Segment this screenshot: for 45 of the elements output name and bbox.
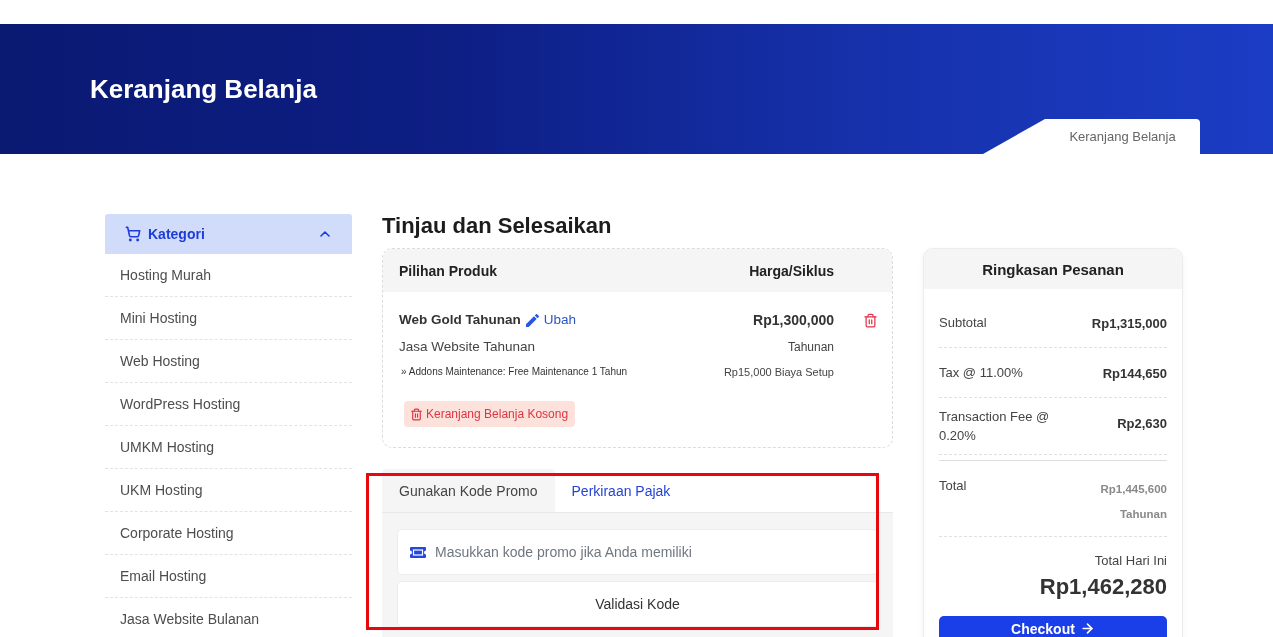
- today-total-value: Rp1,462,280: [1039, 573, 1167, 601]
- summary-value: Rp1,315,000: [1091, 315, 1167, 333]
- breadcrumb-current: Keranjang Belanja: [983, 119, 1200, 154]
- sidebar-item[interactable]: Mini Hosting: [105, 297, 352, 340]
- summary-label: Tax @ 11.00%: [939, 364, 1023, 382]
- summary-label: Subtotal: [939, 314, 987, 332]
- billing-cycle: Tahunan: [786, 339, 834, 356]
- empty-cart-button[interactable]: Keranjang Belanja Kosong: [404, 401, 576, 427]
- total-value: Rp1,445,600: [1100, 482, 1167, 497]
- sidebar-item[interactable]: Corporate Hosting: [105, 512, 352, 555]
- setup-fee: Rp15,000 Biaya Setup: [723, 365, 834, 380]
- sidebar-item[interactable]: WordPress Hosting: [105, 383, 352, 426]
- summary-value: Rp144,650: [1102, 365, 1167, 383]
- edit-link[interactable]: Ubah: [543, 310, 577, 330]
- column-header: Harga/Siklus: [749, 262, 834, 279]
- summary-value: Rp2,630: [1117, 415, 1167, 433]
- sidebar-item[interactable]: Email Hosting: [105, 555, 352, 598]
- today-total-label: Total Hari Ini: [1094, 552, 1167, 570]
- validate-button[interactable]: Validasi Kode: [397, 581, 878, 627]
- column-header: Pilihan Produk: [399, 262, 498, 279]
- delete-icon[interactable]: [863, 312, 878, 328]
- arrow-right-icon: [1079, 621, 1095, 636]
- product-name: Web Gold Tahunan: [399, 311, 521, 329]
- ticket-icon: [410, 547, 426, 558]
- summary-label: Transaction Fee @ 0.20%: [939, 408, 1051, 445]
- total-cycle: Tahunan: [1119, 507, 1167, 522]
- sidebar-item[interactable]: UKM Hosting: [105, 469, 352, 512]
- product-price: Rp1,300,000: [752, 311, 834, 330]
- section-title: Tinjau dan Selesaikan: [382, 214, 613, 238]
- sidebar-item[interactable]: Web Hosting: [105, 340, 352, 383]
- category-toggle[interactable]: Kategori: [105, 214, 352, 254]
- pencil-icon: [525, 313, 539, 327]
- trash-icon: [410, 407, 423, 421]
- checkout-button[interactable]: Checkout: [939, 616, 1167, 637]
- addon-text: » Addons Maintenance: Free Maintenance 1 Tahun: [400, 365, 629, 379]
- product-group: Jasa Website Tahunan: [399, 338, 724, 356]
- tab[interactable]: Gunakan Kode Promo: [382, 469, 555, 512]
- total-label: Total: [939, 477, 967, 495]
- sidebar-item[interactable]: Jasa Website Bulanan: [105, 598, 352, 637]
- cart-icon: [125, 226, 141, 242]
- promo-code-field[interactable]: Masukkan kode promo jika Anda memiliki: [397, 529, 878, 575]
- sidebar-item[interactable]: Hosting Murah: [105, 254, 352, 297]
- page-title: Keranjang Belanja: [90, 73, 317, 105]
- summary-title: Ringkasan Pesanan: [924, 249, 1182, 289]
- sidebar-item[interactable]: UMKM Hosting: [105, 426, 352, 469]
